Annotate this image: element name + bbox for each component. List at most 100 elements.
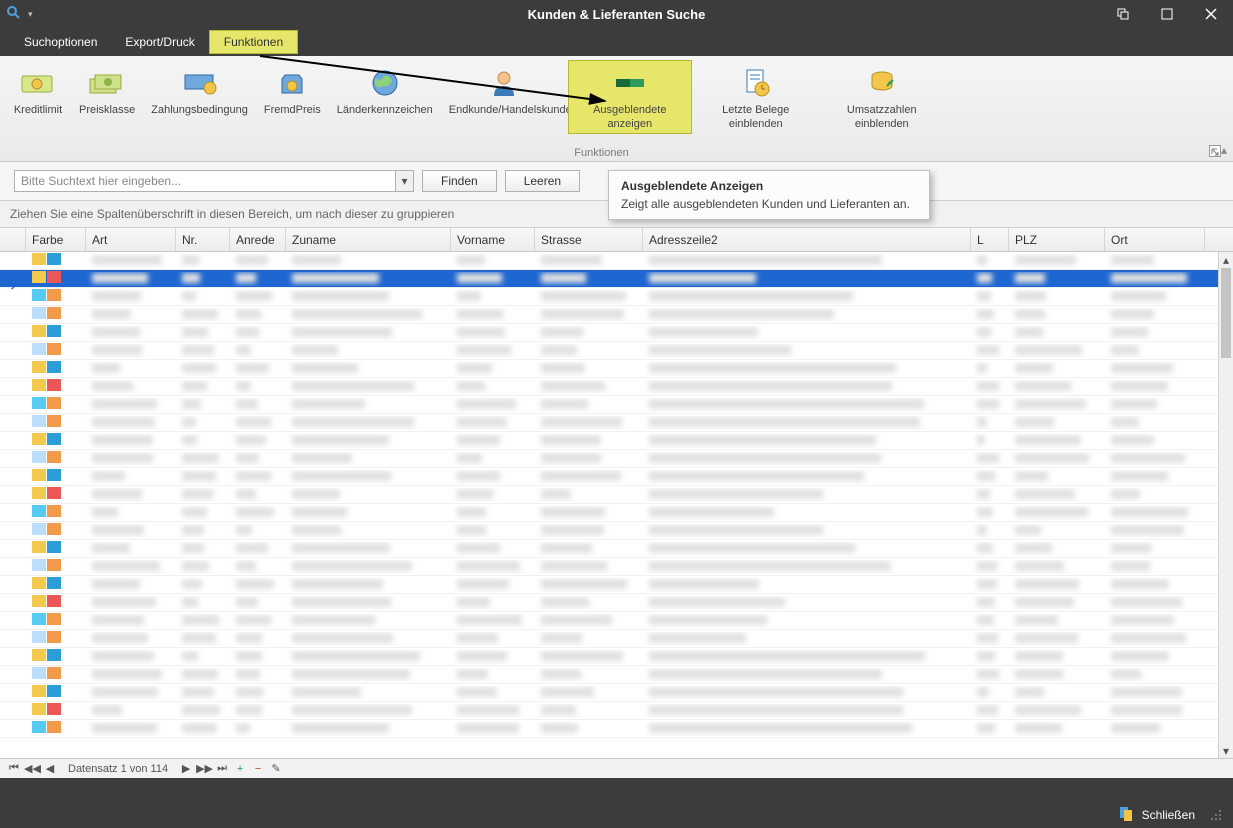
table-row[interactable] [0,684,1233,702]
cell [535,614,643,628]
ribbon-kreditlimit[interactable]: Kreditlimit [6,60,70,134]
ribbon-umsatzzahlen[interactable]: Umsatzzahlen einblenden [820,60,944,134]
table-row[interactable] [0,360,1233,378]
resize-grip-icon[interactable] [1209,808,1223,822]
scroll-thumb[interactable] [1221,268,1231,358]
column-header[interactable]: Adresszeile2 [643,228,971,251]
table-row[interactable] [0,594,1233,612]
cell [643,578,971,592]
cell [286,434,451,448]
menu-funktionen[interactable]: Funktionen [209,30,298,54]
table-row[interactable] [0,702,1233,720]
table-row[interactable] [0,486,1233,504]
column-header[interactable]: Strasse [535,228,643,251]
column-header[interactable]: L [971,228,1009,251]
maximize-icon[interactable] [1145,0,1189,28]
row-selector-header[interactable] [0,228,26,251]
close-button[interactable]: Schließen [1142,808,1195,822]
nav-next-page-icon[interactable]: ▶▶ [196,762,212,775]
cell [1105,488,1205,502]
column-header[interactable]: Art [86,228,176,251]
ribbon-dialog-launcher-icon[interactable] [1209,145,1221,157]
quick-access-dropdown-icon[interactable]: ▾ [28,9,33,20]
table-row[interactable] [0,540,1233,558]
menu-export-druck[interactable]: Export/Druck [111,31,208,53]
table-row[interactable] [0,252,1233,270]
cell [26,613,86,628]
cell [1009,686,1105,700]
table-row[interactable] [0,414,1233,432]
column-header[interactable]: Vorname [451,228,535,251]
nav-last-icon[interactable]: ⏭ [214,762,230,775]
ribbon-ausgeblendete-anzeigen[interactable]: Ausgeblendete anzeigen [568,60,692,134]
column-header[interactable]: PLZ [1009,228,1105,251]
restore-icon[interactable] [1101,0,1145,28]
table-row[interactable] [0,378,1233,396]
table-row[interactable] [0,612,1233,630]
cell [176,254,230,268]
cell [86,722,176,736]
cell [643,344,971,358]
table-row[interactable] [0,720,1233,738]
nav-delete-icon[interactable]: − [250,763,266,775]
cell [230,254,286,268]
grid-body[interactable]: ➔ [0,252,1233,758]
table-row[interactable]: ➔ [0,270,1233,288]
nav-prev-icon[interactable]: ◀ [42,762,58,775]
cell [643,596,971,610]
ribbon-endkunde-handelskunde[interactable]: Endkunde/Handelskunde [442,60,566,134]
table-row[interactable] [0,504,1233,522]
column-header[interactable]: Anrede [230,228,286,251]
close-icon[interactable] [1189,0,1233,28]
ribbon-laenderkennzeichen[interactable]: Länderkennzeichen [330,60,440,134]
scroll-down-icon[interactable]: ▾ [1219,743,1233,758]
table-row[interactable] [0,432,1233,450]
cell [971,254,1009,268]
table-row[interactable] [0,342,1233,360]
search-dropdown-icon[interactable]: ▾ [395,171,413,191]
cell [86,506,176,520]
ribbon-preisklasse[interactable]: Preisklasse [72,60,142,134]
column-header[interactable]: Zuname [286,228,451,251]
column-header[interactable]: Ort [1105,228,1205,251]
cell [176,416,230,430]
menu-suchoptionen[interactable]: Suchoptionen [10,31,111,53]
table-row[interactable] [0,648,1233,666]
table-row[interactable] [0,324,1233,342]
cell [971,326,1009,340]
scroll-up-icon[interactable]: ▴ [1219,252,1233,267]
cell [971,614,1009,628]
column-header[interactable]: Nr. [176,228,230,251]
nav-add-icon[interactable]: + [232,763,248,775]
cell [26,289,86,304]
table-row[interactable] [0,306,1233,324]
ribbon-fremdpreis[interactable]: FremdPreis [257,60,328,134]
table-row[interactable] [0,576,1233,594]
ribbon-letzte-belege[interactable]: Letzte Belege einblenden [694,60,818,134]
table-row[interactable] [0,522,1233,540]
table-row[interactable] [0,450,1233,468]
table-row[interactable] [0,288,1233,306]
cell [971,290,1009,304]
cell [230,596,286,610]
ribbon-zahlungsbedingung[interactable]: Zahlungsbedingung [144,60,255,134]
cell [86,344,176,358]
cell [1009,308,1105,322]
table-row[interactable] [0,468,1233,486]
column-header[interactable]: Farbe [26,228,86,251]
ribbon-collapse-icon[interactable]: ▴ [1221,143,1227,157]
table-row[interactable] [0,558,1233,576]
find-button[interactable]: Finden [422,170,497,192]
nav-prev-page-icon[interactable]: ◀◀ [24,762,40,775]
clear-button[interactable]: Leeren [505,170,580,192]
ribbon: Kreditlimit Preisklasse Zahlungsbedingun… [0,56,1233,162]
vertical-scrollbar[interactable]: ▴ ▾ [1218,252,1233,758]
nav-edit-icon[interactable]: ✎ [268,762,284,775]
nav-next-icon[interactable]: ▶ [178,762,194,775]
table-row[interactable] [0,666,1233,684]
table-row[interactable] [0,630,1233,648]
table-row[interactable] [0,396,1233,414]
cell [1009,632,1105,646]
search-input[interactable]: Bitte Suchtext hier eingeben... ▾ [14,170,414,192]
nav-first-icon[interactable]: ⏮ [6,762,22,775]
